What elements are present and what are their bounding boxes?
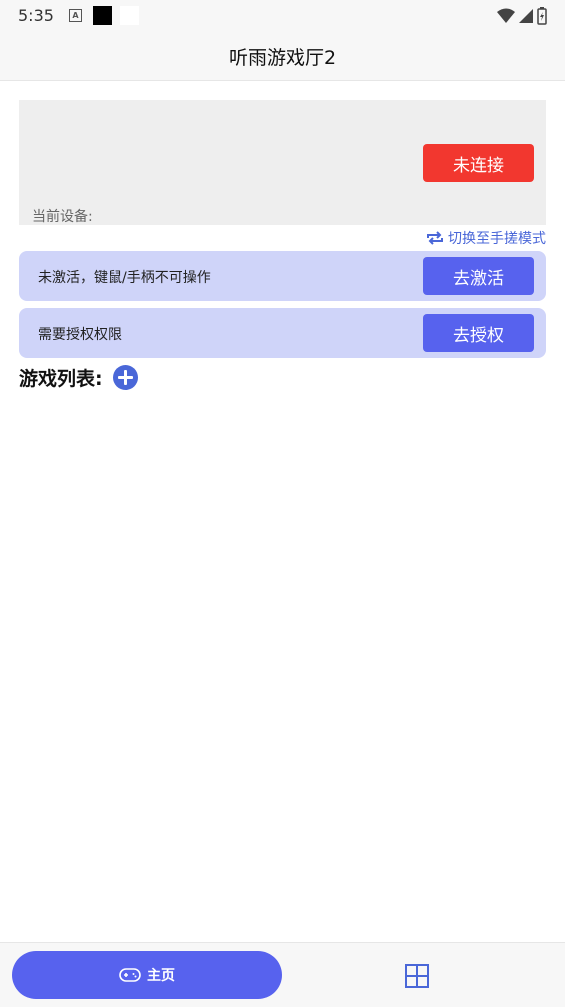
connect-button[interactable]: 未连接 [423, 144, 534, 182]
nav-home-button[interactable]: 主页 [12, 951, 282, 999]
authorization-banner-text: 需要授权权限 [38, 327, 122, 343]
device-panel: 未连接 当前设备: [19, 100, 546, 225]
current-device-label: 当前设备: [32, 209, 93, 225]
plus-circle-icon[interactable] [112, 365, 138, 390]
bottom-nav: 主页 [0, 942, 565, 1007]
authorize-button[interactable]: 去授权 [423, 314, 534, 352]
repeat-icon [427, 231, 443, 245]
status-icons [497, 7, 547, 25]
gamepad-icon [119, 968, 141, 982]
notification-a-icon: A [69, 9, 82, 22]
notification-white-icon [120, 6, 139, 25]
notification-black-icon [93, 6, 112, 25]
app-bar: 听雨游戏厅2 [0, 32, 565, 81]
battery-icon [537, 7, 547, 25]
status-time: 5:35 [18, 6, 54, 25]
authorization-banner: 需要授权权限 去授权 [19, 308, 546, 358]
nav-home-label: 主页 [147, 968, 175, 984]
activation-banner-text: 未激活，键鼠/手柄不可操作 [38, 270, 211, 286]
page-title: 听雨游戏厅2 [228, 46, 337, 69]
grid-icon[interactable] [405, 964, 429, 988]
switch-mode-label: 切换至手搓模式 [448, 231, 546, 247]
activation-banner: 未激活，键鼠/手柄不可操作 去激活 [19, 251, 546, 301]
activate-button[interactable]: 去激活 [423, 257, 534, 295]
wifi-icon [497, 8, 515, 23]
game-list-title: 游戏列表: [19, 368, 103, 390]
switch-mode-link[interactable]: 切换至手搓模式 [426, 228, 546, 248]
game-list-header: 游戏列表: [19, 364, 138, 391]
status-bar: 5:35 A [0, 0, 565, 32]
signal-icon [519, 9, 533, 23]
